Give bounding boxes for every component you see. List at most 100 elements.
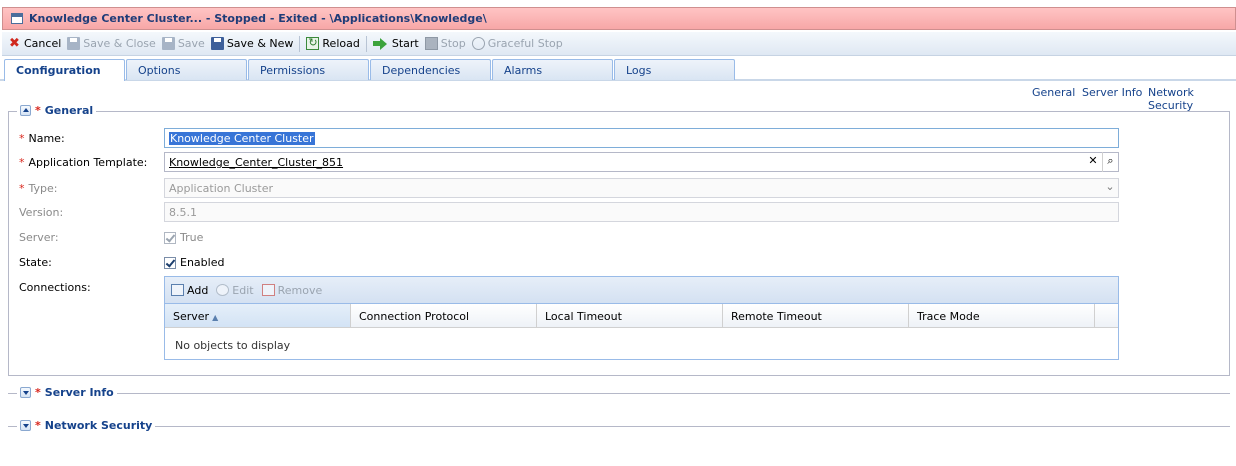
empty-grid-message: No objects to display <box>175 339 291 352</box>
name-label: Name: <box>28 132 65 145</box>
save-label: Save <box>177 37 205 50</box>
close-icon: ✖ <box>9 36 20 51</box>
column-header-remote-timeout[interactable]: Remote Timeout <box>723 304 909 327</box>
add-label: Add <box>187 283 209 297</box>
tab-alarms[interactable]: Alarms <box>492 59 613 80</box>
sort-ascending-icon: ▲ <box>212 313 219 322</box>
connections-label: Connections: <box>19 281 91 294</box>
toolbar-separator <box>299 35 301 52</box>
window-title: Knowledge Center Cluster... - Stopped - … <box>29 12 487 25</box>
expand-toggle-icon[interactable] <box>20 420 31 431</box>
remove-icon <box>261 284 275 296</box>
template-link[interactable]: Knowledge_Center_Cluster_851 <box>169 156 343 169</box>
search-icon[interactable]: ⌕ <box>1102 152 1118 172</box>
tab-permissions[interactable]: Permissions <box>248 59 369 80</box>
server-label: Server: <box>19 231 59 244</box>
type-select[interactable]: Application Cluster ⌄ <box>164 178 1119 198</box>
state-label: State: <box>19 256 52 269</box>
chevron-down-icon[interactable]: ⌄ <box>1102 178 1118 198</box>
start-arrow-icon <box>372 37 389 50</box>
state-enabled-checkbox[interactable]: Enabled <box>164 256 224 269</box>
cancel-button[interactable]: ✖ Cancel <box>8 37 61 50</box>
general-fieldset-top-border <box>8 111 1230 112</box>
cancel-label: Cancel <box>24 37 62 50</box>
checkbox-checked-icon <box>164 231 176 244</box>
tab-configuration[interactable]: Configuration <box>4 59 125 81</box>
link-network-security[interactable]: Network Security <box>1148 86 1236 112</box>
checkbox-checked-icon <box>164 256 176 269</box>
collapse-toggle-icon[interactable] <box>20 105 31 116</box>
save-close-label: Save & Close <box>83 37 156 50</box>
connections-toolbar: Add Edit Remove <box>165 277 1118 304</box>
template-label-row: * Application Template: <box>19 156 147 169</box>
edit-connection-button[interactable]: Edit <box>216 283 254 297</box>
tab-options[interactable]: Options <box>126 59 247 80</box>
column-header-connection-protocol[interactable]: Connection Protocol <box>351 304 537 327</box>
version-field: 8.5.1 <box>164 202 1119 222</box>
required-marker: * <box>35 419 41 432</box>
graceful-stop-icon <box>471 37 485 50</box>
window-icon <box>11 13 23 24</box>
server-checkbox[interactable]: True <box>164 231 203 244</box>
version-label: Version: <box>19 206 64 219</box>
column-header-trace-mode[interactable]: Trace Mode <box>909 304 1095 327</box>
remove-label: Remove <box>277 283 323 297</box>
required-marker: * <box>19 156 25 169</box>
name-field[interactable]: Knowledge Center Cluster <box>164 128 1119 148</box>
start-label: Start <box>391 37 419 50</box>
tab-logs[interactable]: Logs <box>614 59 735 80</box>
clear-icon[interactable]: ✕ <box>1085 152 1101 172</box>
reload-icon <box>306 36 320 50</box>
stop-label: Stop <box>440 37 466 50</box>
save-icon <box>67 37 81 50</box>
save-icon <box>161 37 175 50</box>
stop-icon <box>424 37 438 50</box>
server-value: True <box>180 231 204 244</box>
network-security-section-title: Network Security <box>44 419 153 432</box>
server-info-separator <box>8 393 1230 394</box>
link-general[interactable]: General <box>1032 86 1075 99</box>
network-security-section-header: * Network Security <box>17 419 156 432</box>
save-close-button[interactable]: Save & Close <box>67 37 156 50</box>
network-security-separator <box>8 426 1230 427</box>
add-connection-button[interactable]: Add <box>171 284 208 297</box>
type-label: Type: <box>28 182 58 195</box>
stop-button[interactable]: Stop <box>424 37 466 50</box>
save-button[interactable]: Save <box>161 37 205 50</box>
general-section-title: General <box>44 104 94 117</box>
edit-gear-icon <box>216 284 230 296</box>
save-new-label: Save & New <box>226 37 294 50</box>
general-section-header: * General <box>17 104 97 117</box>
connections-grid-header: Server ▲ Connection Protocol Local Timeou… <box>165 304 1118 328</box>
name-label-row: * Name: <box>19 132 65 145</box>
add-icon <box>171 284 184 296</box>
application-template-field[interactable]: Knowledge_Center_Cluster_851 ✕ ⌕ <box>164 152 1119 172</box>
required-marker: * <box>19 132 25 145</box>
server-info-section-title: Server Info <box>44 386 114 399</box>
save-icon <box>210 37 224 50</box>
server-info-section-header: * Server Info <box>17 386 117 399</box>
connections-grid: Add Edit Remove Server ▲ Connection Proto… <box>164 276 1119 360</box>
version-value: 8.5.1 <box>169 206 197 219</box>
edit-label: Edit <box>232 283 254 297</box>
link-server-info[interactable]: Server Info <box>1082 86 1142 99</box>
column-header-local-timeout[interactable]: Local Timeout <box>537 304 723 327</box>
tab-dependencies[interactable]: Dependencies <box>370 59 491 80</box>
required-marker: * <box>19 182 25 195</box>
name-value: Knowledge Center Cluster <box>169 132 315 145</box>
start-button[interactable]: Start <box>372 37 419 50</box>
remove-connection-button[interactable]: Remove <box>261 283 323 297</box>
save-new-button[interactable]: Save & New <box>210 37 294 50</box>
reload-button[interactable]: Reload <box>306 36 360 50</box>
column-server-label: Server <box>173 310 210 323</box>
required-marker: * <box>35 386 41 399</box>
window-title-bar: Knowledge Center Cluster... - Stopped - … <box>2 7 1236 30</box>
type-value: Application Cluster <box>169 182 274 195</box>
expand-toggle-icon[interactable] <box>20 387 31 398</box>
graceful-stop-label: Graceful Stop <box>487 37 563 50</box>
state-value: Enabled <box>180 256 225 269</box>
graceful-stop-button[interactable]: Graceful Stop <box>471 37 563 50</box>
column-header-server[interactable]: Server ▲ <box>165 304 351 327</box>
toolbar-separator <box>365 35 367 52</box>
column-header-filler <box>1095 304 1118 327</box>
